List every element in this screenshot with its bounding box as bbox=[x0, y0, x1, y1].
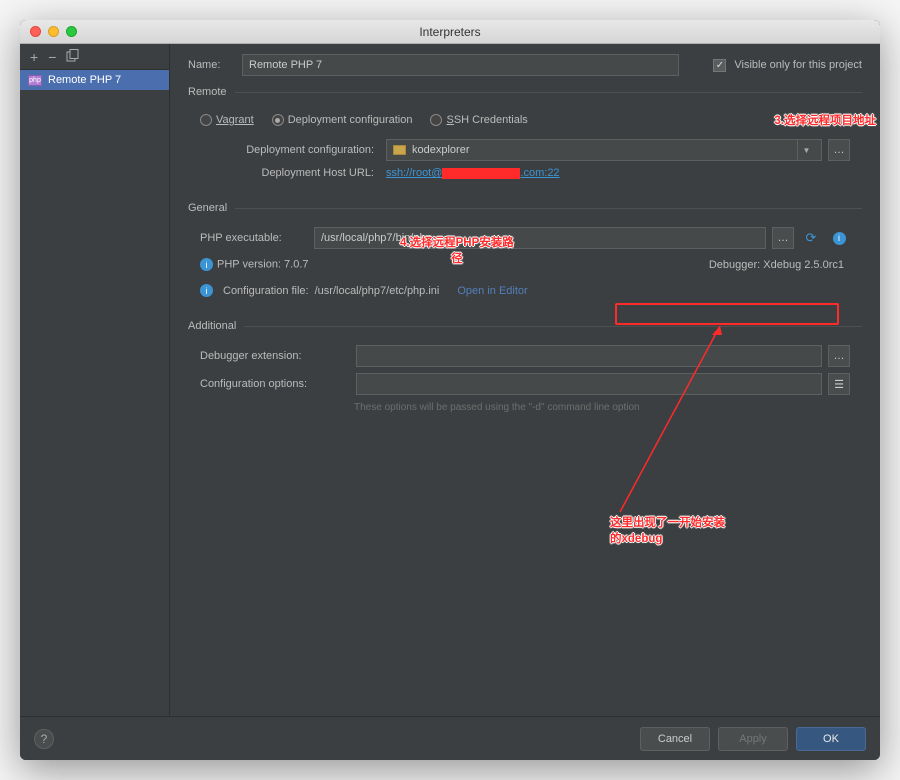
deploy-config-browse-button[interactable]: … bbox=[828, 139, 850, 161]
dialog-body: + − php Remote PHP 7 Name: ✓ Visible onl… bbox=[20, 44, 880, 716]
opts-edit-button[interactable]: ☰ bbox=[828, 373, 850, 395]
opts-row: Configuration options: ☰ bbox=[188, 370, 862, 398]
general-legend: General bbox=[188, 202, 235, 214]
conf-label: Configuration file: bbox=[223, 285, 309, 297]
details-panel: Name: ✓ Visible only for this project Re… bbox=[170, 44, 880, 716]
general-section: General PHP executable: … ⟳ i iPHP versi… bbox=[188, 202, 862, 300]
debugger-label: Debugger: Xdebug 2.5.0rc1 bbox=[709, 259, 850, 271]
version-label: iPHP version: 7.0.7 bbox=[200, 258, 309, 271]
annotation-3: 3.选择远程项目地址 bbox=[774, 112, 876, 128]
open-in-editor-link[interactable]: Open in Editor bbox=[457, 285, 527, 297]
window-title: Interpreters bbox=[20, 25, 880, 39]
annotation-4: 4.选择远程PHP安装路径 bbox=[400, 234, 514, 266]
php-icon: php bbox=[28, 75, 42, 86]
opts-label: Configuration options: bbox=[200, 378, 350, 390]
visible-label: Visible only for this project bbox=[734, 59, 862, 71]
chevron-down-icon: ▼ bbox=[797, 140, 815, 160]
deploy-config-row: Deployment configuration: kodexplorer ▼ … bbox=[188, 136, 862, 164]
exec-label: PHP executable: bbox=[200, 232, 308, 244]
ok-button[interactable]: OK bbox=[796, 727, 866, 751]
cancel-button[interactable]: Cancel bbox=[640, 727, 710, 751]
close-icon[interactable] bbox=[30, 26, 41, 37]
titlebar: Interpreters bbox=[20, 20, 880, 44]
additional-section: Additional Debugger extension: … Configu… bbox=[188, 320, 862, 413]
conf-value: /usr/local/php7/etc/php.ini bbox=[315, 285, 440, 297]
info-icon[interactable]: i bbox=[828, 227, 850, 249]
window-controls bbox=[30, 26, 77, 37]
interpreter-list-item[interactable]: php Remote PHP 7 bbox=[20, 70, 169, 90]
remote-legend: Remote bbox=[188, 86, 235, 98]
annotation-5: 这里出现了一开始安装的xdebug bbox=[610, 514, 725, 546]
deploy-config-label: Deployment configuration: bbox=[200, 144, 380, 156]
radio-deployment[interactable]: Deployment configuration bbox=[272, 114, 413, 126]
exec-browse-button[interactable]: … bbox=[772, 227, 794, 249]
interpreter-label: Remote PHP 7 bbox=[48, 74, 121, 86]
ext-browse-button[interactable]: … bbox=[828, 345, 850, 367]
name-label: Name: bbox=[188, 59, 234, 71]
radio-ssh[interactable]: SSH Credentials bbox=[430, 114, 527, 126]
info-icon: i bbox=[200, 258, 213, 271]
exec-input[interactable] bbox=[314, 227, 766, 249]
dialog-window: Interpreters + − php Remote PHP 7 Name: … bbox=[20, 20, 880, 760]
deploy-host-label: Deployment Host URL: bbox=[200, 167, 380, 179]
name-row: Name: ✓ Visible only for this project bbox=[188, 54, 862, 76]
exec-row: PHP executable: … ⟳ i bbox=[188, 224, 862, 252]
deploy-config-value: kodexplorer bbox=[412, 144, 469, 156]
zoom-icon[interactable] bbox=[66, 26, 77, 37]
radio-vagrant[interactable]: Vagrant bbox=[200, 114, 254, 126]
additional-legend: Additional bbox=[188, 320, 244, 332]
dialog-footer: ? Cancel Apply OK bbox=[20, 716, 880, 760]
ext-input[interactable] bbox=[356, 345, 822, 367]
opts-hint: These options will be passed using the "… bbox=[188, 398, 862, 413]
version-row: iPHP version: 7.0.7 Debugger: Xdebug 2.5… bbox=[188, 252, 862, 274]
info-icon: i bbox=[200, 284, 213, 297]
reload-icon[interactable]: ⟳ bbox=[800, 227, 822, 249]
name-input[interactable] bbox=[242, 54, 679, 76]
deploy-config-select[interactable]: kodexplorer ▼ bbox=[386, 139, 822, 161]
remote-type-radios: Vagrant Deployment configuration SSH Cre… bbox=[188, 108, 862, 136]
add-button[interactable]: + bbox=[30, 49, 38, 65]
remote-section: Remote Vagrant Deployment configuration … bbox=[188, 86, 862, 182]
deploy-host-link[interactable]: ssh://root@.com:22 bbox=[386, 167, 560, 179]
ext-row: Debugger extension: … bbox=[188, 342, 862, 370]
interpreter-list-panel: + − php Remote PHP 7 bbox=[20, 44, 170, 716]
copy-button[interactable] bbox=[66, 49, 79, 65]
ext-label: Debugger extension: bbox=[200, 350, 350, 362]
conf-row: i Configuration file: /usr/local/php7/et… bbox=[188, 274, 862, 300]
opts-input[interactable] bbox=[356, 373, 822, 395]
visible-checkbox[interactable]: ✓ bbox=[713, 59, 726, 72]
folder-icon bbox=[393, 145, 406, 155]
remove-button[interactable]: − bbox=[48, 49, 56, 65]
list-toolbar: + − bbox=[20, 44, 169, 70]
redaction-bar bbox=[442, 168, 520, 179]
apply-button[interactable]: Apply bbox=[718, 727, 788, 751]
help-button[interactable]: ? bbox=[34, 729, 54, 749]
minimize-icon[interactable] bbox=[48, 26, 59, 37]
deploy-host-row: Deployment Host URL: ssh://root@.com:22 bbox=[188, 164, 862, 182]
